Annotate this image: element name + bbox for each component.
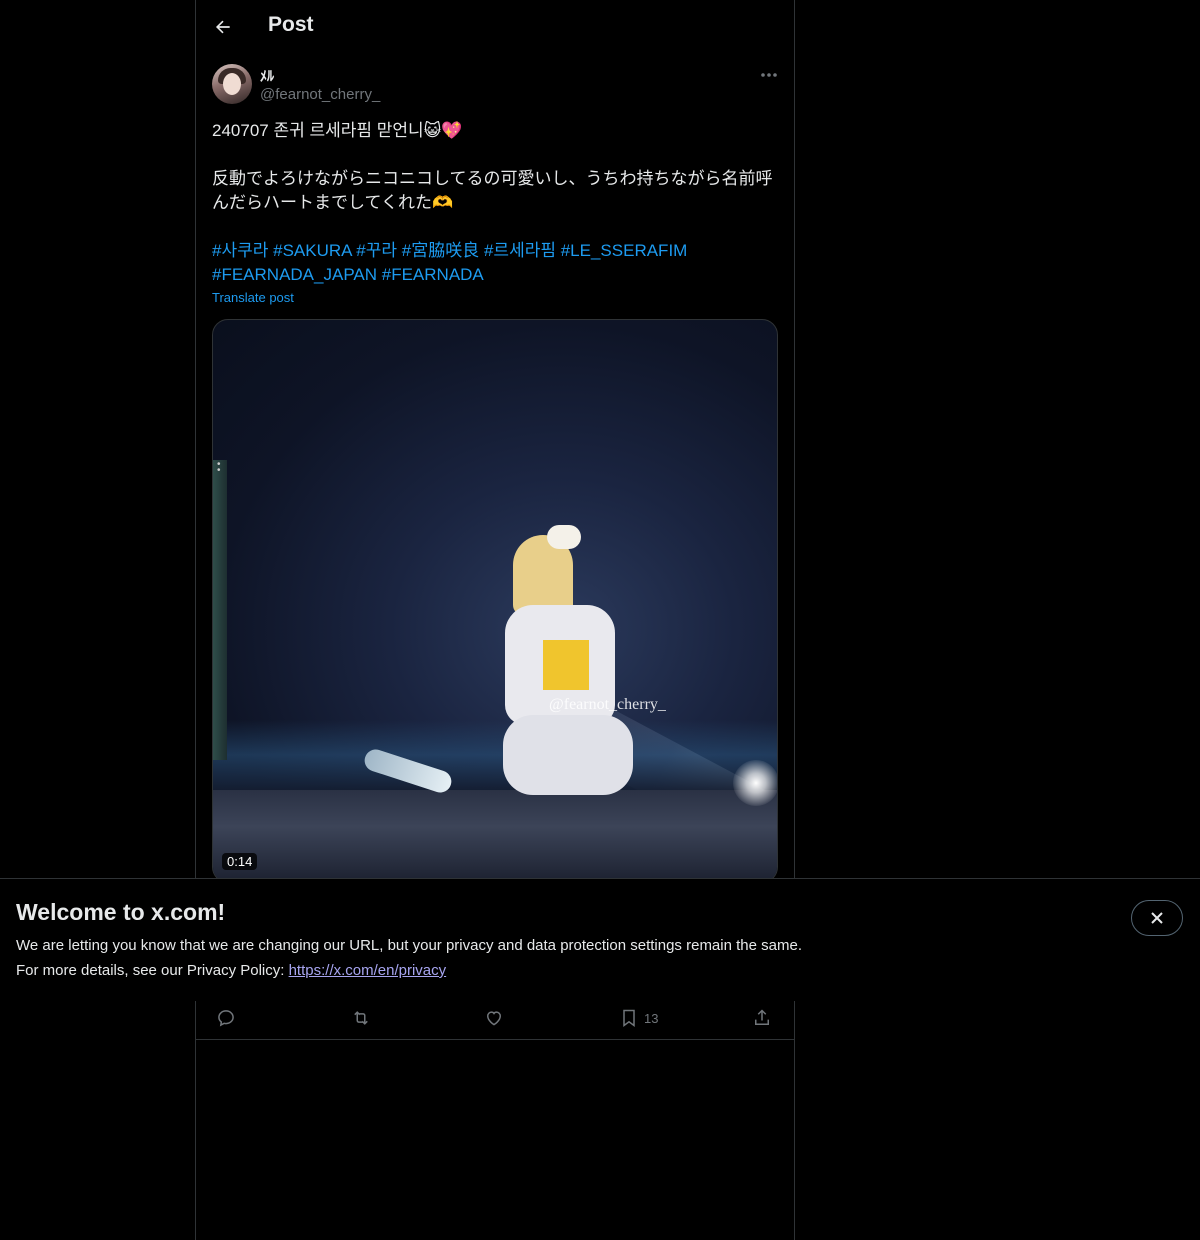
hashtag[interactable]: #사쿠라 <box>212 241 268 260</box>
repost-icon <box>354 1011 368 1025</box>
hashtag[interactable]: #宮脇咲良 <box>402 241 479 260</box>
repost-button[interactable] <box>350 1003 372 1033</box>
close-icon <box>1151 912 1163 924</box>
hashtag[interactable]: #꾸라 <box>356 241 397 260</box>
avatar[interactable] <box>212 64 252 104</box>
hashtag[interactable]: #르세라핌 <box>484 241 556 260</box>
post-text: 240707 존귀 르세라핌 맏언니😺💖 反動でよろけながらニコニコしてるの可愛… <box>212 119 778 287</box>
reply-icon <box>218 1010 234 1027</box>
video-duration: 0:14 <box>222 853 258 870</box>
banner-title: Welcome to x.com! <box>16 899 226 925</box>
banner-privacy-prefix: For more details, see our Privacy Policy… <box>16 962 289 979</box>
video-watermark: @fearnot_cherry_ <box>549 696 666 713</box>
bookmark-icon <box>623 1009 635 1027</box>
post-line-2: 反動でよろけながらニコニコしてるの可愛いし、うちわ持ちながら名前呼んだらハートま… <box>212 169 773 212</box>
page-title: Post <box>268 13 314 36</box>
author-handle[interactable]: @fearnot_cherry_ <box>260 86 380 103</box>
back-button[interactable] <box>206 10 240 44</box>
banner-message: We are letting you know that we are chan… <box>16 937 802 954</box>
top-bar: Post <box>196 0 794 53</box>
hashtag-list: #사쿠라 #SAKURA #꾸라 #宮脇咲良 #르세라핌 #LE_SSERAFI… <box>212 239 778 287</box>
share-button[interactable] <box>752 1003 772 1033</box>
share-icon <box>755 1009 769 1025</box>
close-banner-button[interactable] <box>1131 900 1183 936</box>
like-button[interactable] <box>484 1003 504 1033</box>
hashtag[interactable]: #LE_SSERAFIM <box>561 241 688 260</box>
banner-privacy-line: For more details, see our Privacy Policy… <box>16 962 446 979</box>
welcome-banner: Welcome to x.com! We are letting you kno… <box>0 878 1200 1001</box>
more-dots-icon <box>761 73 777 77</box>
author-display-name[interactable]: ﾒﾙ <box>260 66 274 86</box>
arrow-left-icon <box>215 20 230 34</box>
video-frame-performer <box>503 525 633 835</box>
bookmark-count: 13 <box>644 1010 659 1026</box>
translate-post-link[interactable]: Translate post <box>212 290 294 305</box>
more-options-button[interactable] <box>754 64 784 86</box>
post-line-1: 240707 존귀 르세라핌 맏언니😺💖 <box>212 121 463 140</box>
hashtag[interactable]: #SAKURA <box>273 241 351 260</box>
privacy-policy-link[interactable]: https://x.com/en/privacy <box>289 962 447 979</box>
reply-button[interactable] <box>216 1003 236 1033</box>
bookmark-button[interactable]: 13 <box>620 1003 658 1033</box>
post-column: Post ﾒﾙ @fearnot_cherry_ 240707 존귀 르세라핌 … <box>195 0 795 1240</box>
hashtag[interactable]: #FEARNADA_JAPAN <box>212 265 377 284</box>
heart-icon <box>486 1011 502 1026</box>
video-player[interactable]: • • @fearnot_cherry_ 0:14 <box>212 319 778 883</box>
action-bar: 13 <box>196 999 794 1040</box>
hashtag[interactable]: #FEARNADA <box>382 265 484 284</box>
